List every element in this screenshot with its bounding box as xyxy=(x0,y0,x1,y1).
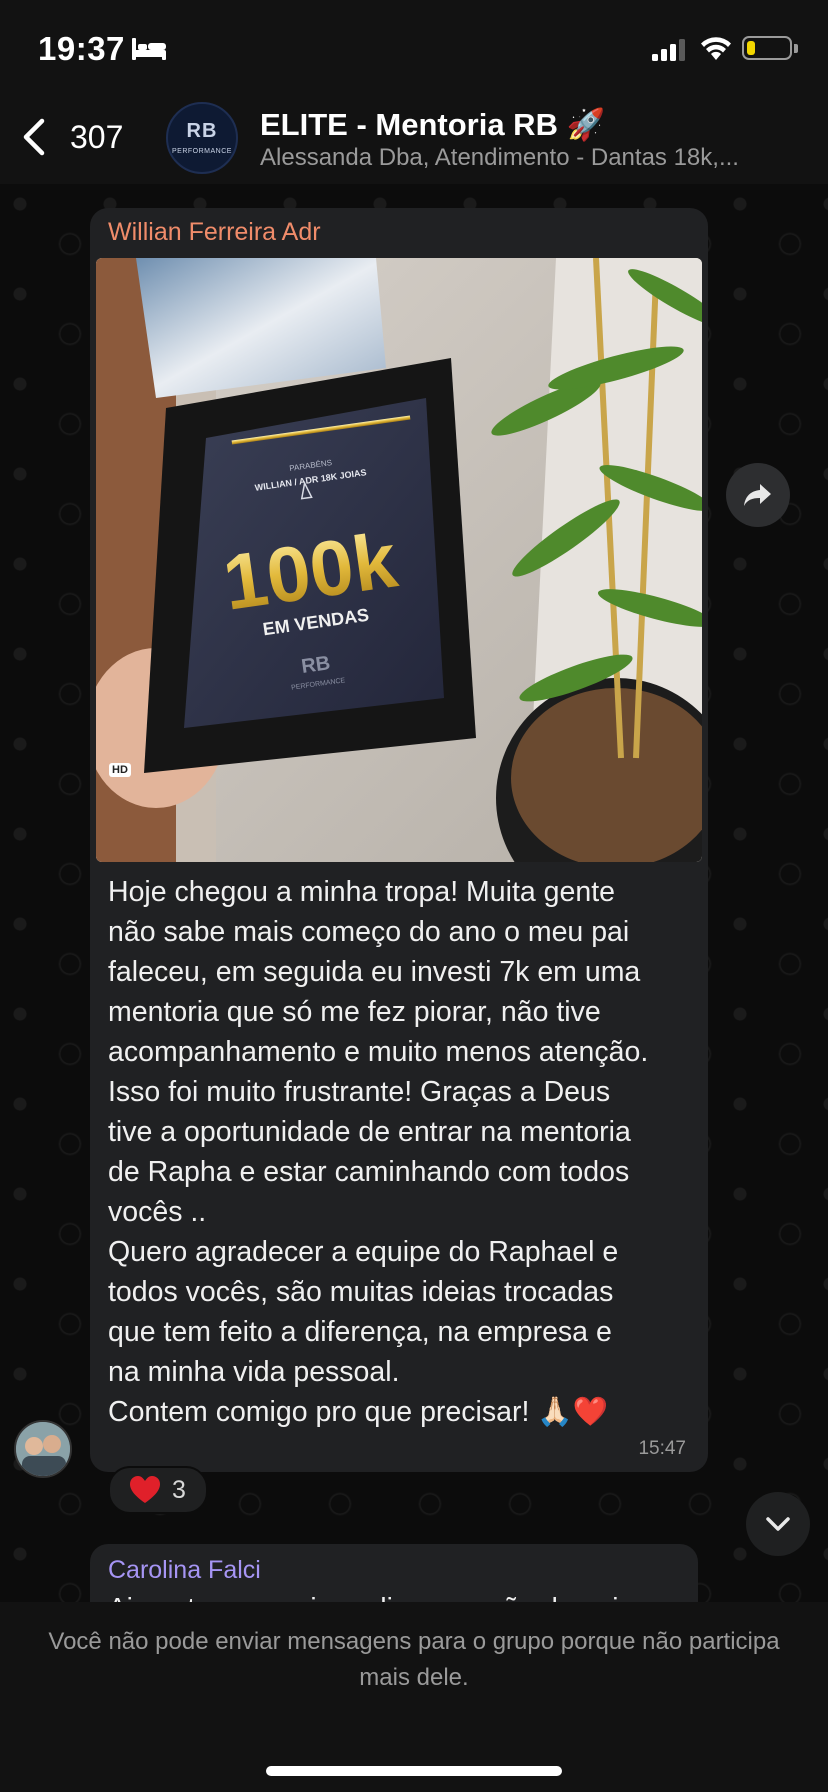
group-members-preview[interactable]: Alessanda Dba, Atendimento - Dantas 18k,… xyxy=(260,144,780,172)
frame-logo: RB xyxy=(300,652,332,678)
hd-badge: HD xyxy=(109,763,131,777)
message-sender[interactable]: Willian Ferreira Adr xyxy=(108,218,321,247)
message-bubble[interactable]: Carolina Falci Ai gente nem sei o q dize… xyxy=(90,1544,698,1602)
back-button[interactable]: 307 xyxy=(20,112,123,162)
message-photo[interactable]: PARABÉNS WILLIAN / ADR 18K JOIAS 100k EM… xyxy=(96,258,702,862)
avatar-logo: RB xyxy=(186,120,218,142)
reaction-pill[interactable]: 3 xyxy=(108,1466,208,1514)
avatar-photo xyxy=(16,1422,70,1476)
unread-count: 307 xyxy=(70,118,124,155)
wifi-icon xyxy=(701,37,731,60)
chevron-down-icon xyxy=(766,1517,790,1531)
group-avatar[interactable]: RB PERFORMANCE xyxy=(166,102,238,174)
avatar-logo-sub: PERFORMANCE xyxy=(172,148,232,155)
sleep-bed-icon xyxy=(132,38,166,60)
message-bubble[interactable]: Willian Ferreira Adr PARABÉNS WILLIAN / … xyxy=(90,208,708,1472)
chat-header: 307 RB PERFORMANCE ELITE - Mentoria RB 🚀… xyxy=(0,92,828,184)
message-sender[interactable]: Carolina Falci xyxy=(108,1556,261,1585)
forward-button[interactable] xyxy=(726,463,790,527)
message-text: Ai gente nem sei o q dizer vcs são demai… xyxy=(108,1592,632,1602)
status-time: 19:37 xyxy=(38,30,125,67)
battery-level xyxy=(747,41,755,55)
status-bar: 19:37 xyxy=(0,0,828,92)
battery-icon xyxy=(742,36,792,60)
chevron-left-icon xyxy=(23,118,45,156)
award-frame-photo: PARABÉNS WILLIAN / ADR 18K JOIAS 100k EM… xyxy=(96,258,702,862)
cellular-signal-icon xyxy=(652,39,685,61)
heart-icon xyxy=(130,1476,161,1503)
group-name[interactable]: ELITE - Mentoria RB 🚀 xyxy=(260,106,605,143)
forward-arrow-icon xyxy=(744,484,771,506)
sender-avatar[interactable] xyxy=(14,1420,72,1478)
home-indicator[interactable] xyxy=(266,1766,562,1776)
battery-tip xyxy=(794,44,798,53)
chat-area[interactable]: Willian Ferreira Adr PARABÉNS WILLIAN / … xyxy=(0,184,828,1602)
reaction-count: 3 xyxy=(172,1475,186,1504)
composer-disabled-footer: Você não pode enviar mensagens para o gr… xyxy=(0,1602,828,1792)
message-time: 15:47 xyxy=(638,1438,686,1459)
cannot-send-notice: Você não pode enviar mensagens para o gr… xyxy=(48,1628,780,1691)
message-text: Hoje chegou a minha tropa! Muita gente n… xyxy=(108,876,649,1428)
scroll-to-bottom-button[interactable] xyxy=(746,1492,810,1556)
